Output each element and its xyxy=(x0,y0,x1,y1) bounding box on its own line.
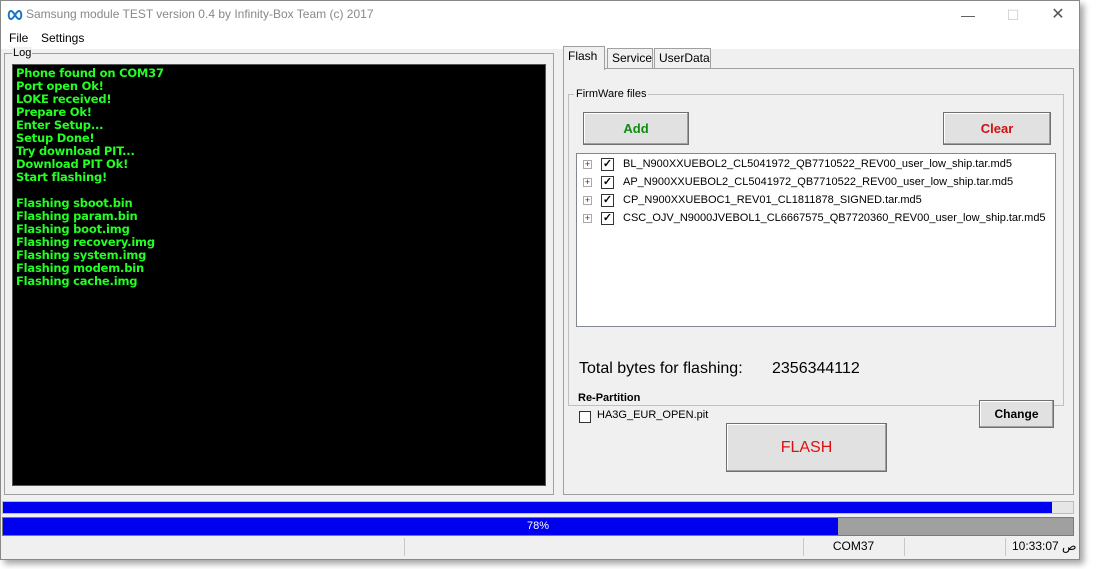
file-name: CSC_OJV_N9000JVEBOL1_CL6667575_QB7720360… xyxy=(623,212,1046,224)
status-panel-4 xyxy=(904,538,1004,556)
total-bytes-label: Total bytes for flashing: xyxy=(579,360,743,377)
overall-progress-bar xyxy=(2,501,1074,514)
log-output[interactable]: Phone found on COM37 Port open Ok! LOKE re… xyxy=(12,64,546,486)
log-group: Log Phone found on COM37 Port open Ok! LOK… xyxy=(4,47,554,495)
expand-plus-icon[interactable]: + xyxy=(583,160,592,169)
file-checkbox[interactable]: ✓ xyxy=(601,158,614,171)
status-time: 10:33:07 ص xyxy=(1005,538,1079,556)
infinity-logo-icon xyxy=(7,9,23,21)
log-line: Flashing cache.img xyxy=(16,274,138,288)
file-name: BL_N900XXUEBOL2_CL5041972_QB7710522_REV0… xyxy=(623,158,1012,170)
tab-flash[interactable]: Flash xyxy=(563,46,605,70)
status-bar: COM37 10:33:07 ص xyxy=(1,537,1079,559)
total-bytes-value: 2356344112 xyxy=(772,360,860,377)
minimize-icon[interactable]: — xyxy=(946,1,990,29)
firmware-files-label: FirmWare files xyxy=(574,88,649,100)
firmware-file-row[interactable]: + ✓ BL_N900XXUEBOL2_CL5041972_QB7710522_RE… xyxy=(577,156,1055,174)
maximize-icon[interactable]: ☐ xyxy=(991,1,1035,29)
file-checkbox[interactable]: ✓ xyxy=(601,212,614,225)
pit-checkbox[interactable] xyxy=(579,411,591,423)
expand-plus-icon[interactable]: + xyxy=(583,214,592,223)
menu-file[interactable]: File xyxy=(9,29,28,49)
status-panel-2 xyxy=(404,538,802,556)
window-title: Samsung module TEST version 0.4 by Infin… xyxy=(26,7,374,21)
firmware-files-group: FirmWare files Add Clear + ✓ BL_N900XXUEBO… xyxy=(568,88,1064,428)
file-name: CP_N900XXUEBOC1_REV01_CL1811878_SIGNED.t… xyxy=(623,194,922,206)
tab-userdata[interactable]: UserData xyxy=(654,48,711,69)
firmware-file-row[interactable]: + ✓ CSC_OJV_N9000JVEBOL1_CL6667575_QB77203… xyxy=(577,210,1055,228)
overall-progress-fill xyxy=(3,502,1052,513)
firmware-file-row[interactable]: + ✓ CP_N900XXUEBOC1_REV01_CL1811878_SIGNED… xyxy=(577,192,1055,210)
add-button[interactable]: Add xyxy=(583,112,689,145)
flash-tab-panel: FirmWare files Add Clear + ✓ BL_N900XXUEBO… xyxy=(563,68,1074,495)
pit-file-label: HA3G_EUR_OPEN.pit xyxy=(597,409,709,421)
menu-settings[interactable]: Settings xyxy=(41,29,84,49)
repartition-label: Re-Partition xyxy=(578,392,641,404)
title-bar[interactable]: Samsung module TEST version 0.4 by Infin… xyxy=(1,1,1079,29)
flash-progress-bar: 78% xyxy=(2,517,1074,536)
menu-bar: File Settings xyxy=(1,29,1079,49)
log-line: LOKE received! xyxy=(16,92,112,106)
log-line: Enter Setup... xyxy=(16,118,104,132)
firmware-file-list[interactable]: + ✓ BL_N900XXUEBOL2_CL5041972_QB7710522_RE… xyxy=(576,153,1056,327)
log-label: Log xyxy=(12,47,33,59)
status-port: COM37 xyxy=(803,538,903,556)
close-icon[interactable]: ✕ xyxy=(1036,1,1080,29)
expand-plus-icon[interactable]: + xyxy=(583,196,592,205)
file-name: AP_N900XXUEBOL2_CL5041972_QB7710522_REV0… xyxy=(623,176,1014,188)
app-window: Samsung module TEST version 0.4 by Infin… xyxy=(0,0,1080,560)
flash-button[interactable]: FLASH xyxy=(726,423,887,472)
clear-button[interactable]: Clear xyxy=(943,112,1051,145)
expand-plus-icon[interactable]: + xyxy=(583,178,592,187)
flash-progress-text: 78% xyxy=(526,520,550,532)
log-line: Start flashing! xyxy=(16,170,108,184)
file-checkbox[interactable]: ✓ xyxy=(601,194,614,207)
firmware-file-row[interactable]: + ✓ AP_N900XXUEBOL2_CL5041972_QB7710522_RE… xyxy=(577,174,1055,192)
tab-service[interactable]: Service xyxy=(607,48,653,69)
file-checkbox[interactable]: ✓ xyxy=(601,176,614,189)
status-panel-1 xyxy=(3,538,403,556)
change-button[interactable]: Change xyxy=(979,400,1054,428)
